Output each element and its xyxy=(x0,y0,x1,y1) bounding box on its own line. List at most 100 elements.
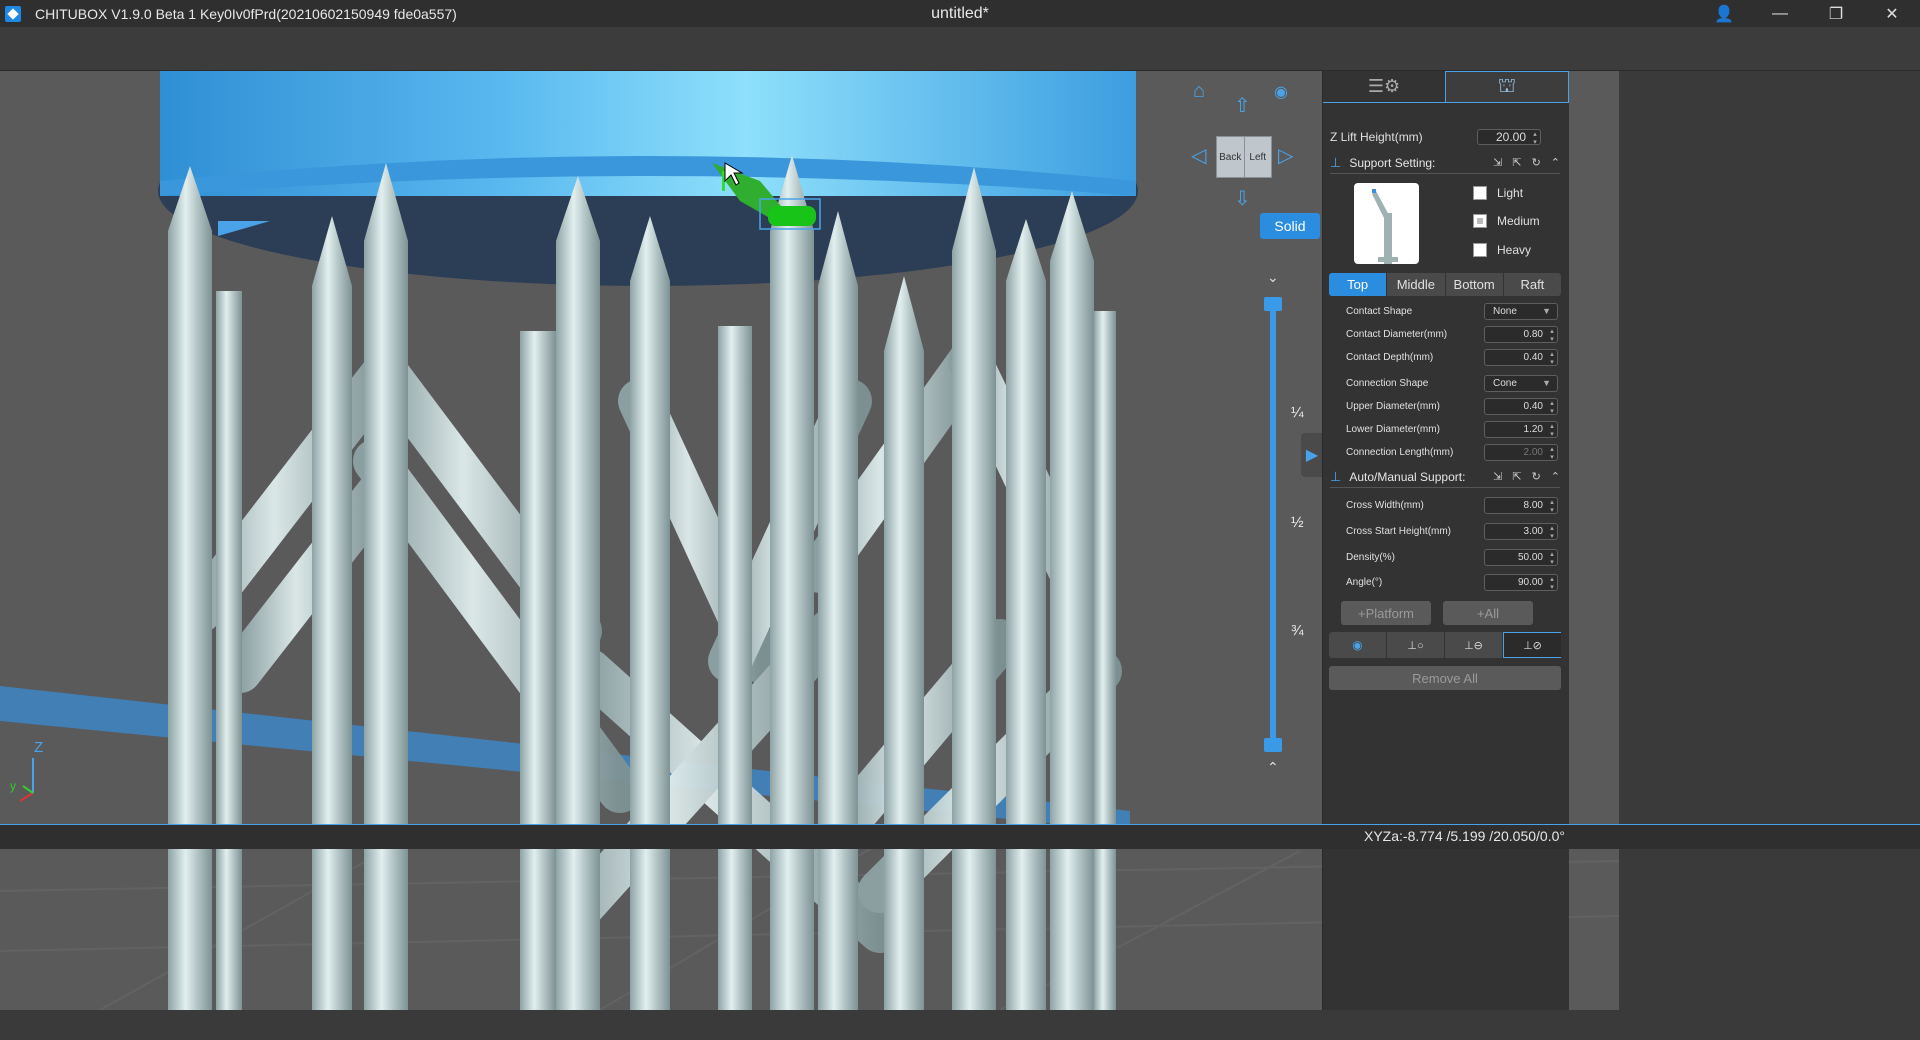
support-pin-icon: ⊥ xyxy=(1330,468,1342,484)
connection-length-input[interactable]: 2.00 xyxy=(1484,443,1558,461)
cross-start-height-label: Cross Start Height(mm) xyxy=(1346,525,1452,537)
reset-icon[interactable]: ↻ xyxy=(1532,470,1541,483)
cross-width-input[interactable]: 8.00 xyxy=(1484,496,1558,514)
tab-raft[interactable]: Raft xyxy=(1504,273,1561,296)
density-row: Density(%) 50.00 xyxy=(1346,548,1558,566)
upper-diameter-label: Upper Diameter(mm) xyxy=(1346,400,1440,412)
cube-face-left[interactable]: Left xyxy=(1245,137,1272,177)
import-icon[interactable]: ⇲ xyxy=(1493,156,1502,169)
cursor-coordinates: XYZa:-8.774 /5.199 /20.050/0.0° xyxy=(1364,828,1565,844)
show-supports-eye-icon[interactable]: ◉ xyxy=(1329,632,1387,658)
slider-top-chevron-icon[interactable]: ⌄ xyxy=(1267,269,1279,286)
density-input[interactable]: 50.00 xyxy=(1484,548,1558,566)
connection-shape-label: Connection Shape xyxy=(1346,377,1429,389)
user-account-icon[interactable]: 👤 xyxy=(1696,0,1752,27)
minimize-button[interactable]: — xyxy=(1752,0,1808,27)
eye-icon[interactable]: ◉ xyxy=(1274,83,1288,103)
slider-bottom-chevron-icon[interactable]: ⌃ xyxy=(1267,759,1279,776)
angle-input[interactable]: 90.00 xyxy=(1484,573,1558,591)
import-icon[interactable]: ⇲ xyxy=(1493,470,1502,483)
remove-support-icon[interactable]: ⊥⊖ xyxy=(1445,632,1503,658)
contact-depth-label: Contact Depth(mm) xyxy=(1346,351,1434,363)
view-cube[interactable]: Back Left xyxy=(1216,136,1272,178)
contact-depth-input[interactable]: 0.40 xyxy=(1484,348,1558,366)
reset-icon[interactable]: ↻ xyxy=(1532,156,1541,169)
title-bar: CHITUBOX V1.9.0 Beta 1 Key0Iv0fPrd(20210… xyxy=(0,0,1920,27)
export-icon[interactable]: ⇱ xyxy=(1512,156,1521,169)
tab-bottom[interactable]: Bottom xyxy=(1446,273,1504,296)
slider-bottom-handle[interactable] xyxy=(1264,738,1282,752)
heavy-checkbox[interactable] xyxy=(1473,243,1487,257)
slider-mark-three-quarter: ¾ xyxy=(1291,622,1304,639)
add-platform-button[interactable]: +Platform xyxy=(1341,601,1431,625)
rotate-right-icon[interactable]: ▷ xyxy=(1278,146,1293,166)
connection-length-label: Connection Length(mm) xyxy=(1346,446,1454,458)
lower-diameter-input[interactable]: 1.20 xyxy=(1484,420,1558,438)
tab-support[interactable]: ⛫ xyxy=(1445,71,1569,102)
support-part-tabs: Top Middle Bottom Raft xyxy=(1329,273,1561,296)
slider-track[interactable] xyxy=(1270,302,1276,747)
layer-slider[interactable]: ⌄ ¼ ½ ¾ ⌃ xyxy=(1260,269,1320,889)
contact-shape-label: Contact Shape xyxy=(1346,305,1413,317)
light-checkbox[interactable] xyxy=(1473,186,1487,200)
heavy-label: Heavy xyxy=(1497,243,1532,257)
export-icon[interactable]: ⇱ xyxy=(1512,470,1521,483)
add-support-icon[interactable]: ⊥○ xyxy=(1387,632,1445,658)
axis-gizmo: Z y xyxy=(10,739,43,802)
navigation-widget: ⌂ ⇧ ◉ ◁ Back Left ▷ ⇩ xyxy=(1188,81,1338,231)
delete-support-icon[interactable]: ⊥⊘ xyxy=(1503,632,1561,658)
contact-diameter-input[interactable]: 0.80 xyxy=(1484,325,1558,343)
contact-diameter-label: Contact Diameter(mm) xyxy=(1346,328,1448,340)
chitubox-logo-icon xyxy=(5,5,21,22)
auto-manual-label: Auto/Manual Support: xyxy=(1349,469,1466,484)
angle-row: Angle(°) 90.00 xyxy=(1346,573,1558,591)
support-mode-toolbar: ◉ ⊥○ ⊥⊖ ⊥⊘ xyxy=(1329,632,1561,658)
rotate-up-icon[interactable]: ⇧ xyxy=(1234,96,1251,116)
panel-collapse-tab[interactable]: ▶ xyxy=(1301,433,1323,477)
tab-middle[interactable]: Middle xyxy=(1387,273,1446,296)
app-title: CHITUBOX V1.9.0 Beta 1 Key0Iv0fPrd(20210… xyxy=(35,5,457,22)
support-preview-image xyxy=(1354,183,1419,264)
home-view-icon[interactable]: ⌂ xyxy=(1193,81,1205,101)
lower-diameter-row: Lower Diameter(mm) 1.20 xyxy=(1346,420,1558,438)
cross-start-height-row: Cross Start Height(mm) 3.00 xyxy=(1346,522,1558,540)
restore-button[interactable]: ❐ xyxy=(1808,0,1864,27)
z-lift-input[interactable]: 20.00 xyxy=(1477,129,1541,146)
density-heavy-option[interactable]: Heavy xyxy=(1473,243,1531,257)
tab-top[interactable]: Top xyxy=(1329,273,1388,296)
slider-top-handle[interactable] xyxy=(1264,297,1282,311)
upper-diameter-input[interactable]: 0.40 xyxy=(1484,397,1558,415)
connection-shape-select[interactable]: Cone xyxy=(1484,374,1558,392)
collapse-chevron-icon[interactable]: ⌃ xyxy=(1551,156,1560,169)
contact-shape-row: Contact Shape None xyxy=(1346,302,1558,320)
cube-face-back[interactable]: Back xyxy=(1217,137,1245,177)
lower-diameter-label: Lower Diameter(mm) xyxy=(1346,423,1440,435)
contact-shape-select[interactable]: None xyxy=(1484,302,1558,320)
status-bar: XYZa:-8.774 /5.199 /20.050/0.0° xyxy=(0,824,1920,849)
contact-depth-row: Contact Depth(mm) 0.40 xyxy=(1346,348,1558,366)
tab-settings[interactable]: ☰⚙ xyxy=(1323,71,1445,102)
support-setting-tools: ⇲ ⇱ ↻ ⌃ xyxy=(1493,156,1560,169)
rotate-down-icon[interactable]: ⇩ xyxy=(1234,189,1251,209)
cross-width-label: Cross Width(mm) xyxy=(1346,499,1424,511)
solid-view-button[interactable]: Solid xyxy=(1260,213,1320,239)
collapse-chevron-icon[interactable]: ⌃ xyxy=(1551,470,1560,483)
connection-length-row: Connection Length(mm) 2.00 xyxy=(1346,443,1558,461)
density-medium-option[interactable]: Medium xyxy=(1473,214,1540,228)
slider-mark-quarter: ¼ xyxy=(1291,404,1304,421)
remove-all-button[interactable]: Remove All xyxy=(1329,666,1561,690)
medium-label: Medium xyxy=(1497,214,1540,228)
z-lift-row: Z Lift Height(mm) 20.00 xyxy=(1330,127,1560,147)
support-setting-header: ⊥ Support Setting: ⇲ ⇱ ↻ ⌃ xyxy=(1330,152,1560,174)
rotate-left-icon[interactable]: ◁ xyxy=(1191,146,1206,166)
cross-start-height-input[interactable]: 3.00 xyxy=(1484,522,1558,540)
auto-manual-header: ⊥ Auto/Manual Support: ⇲ ⇱ ↻ ⌃ xyxy=(1330,466,1560,488)
add-all-button[interactable]: +All xyxy=(1443,601,1533,625)
density-light-option[interactable]: Light xyxy=(1473,186,1523,200)
z-lift-label: Z Lift Height(mm) xyxy=(1330,130,1423,144)
medium-checkbox[interactable] xyxy=(1473,214,1487,228)
close-button[interactable]: ✕ xyxy=(1864,0,1920,27)
toolbar-strip xyxy=(0,27,1920,71)
axis-y-label: y xyxy=(10,779,16,793)
auto-manual-tools: ⇲ ⇱ ↻ ⌃ xyxy=(1493,470,1560,483)
